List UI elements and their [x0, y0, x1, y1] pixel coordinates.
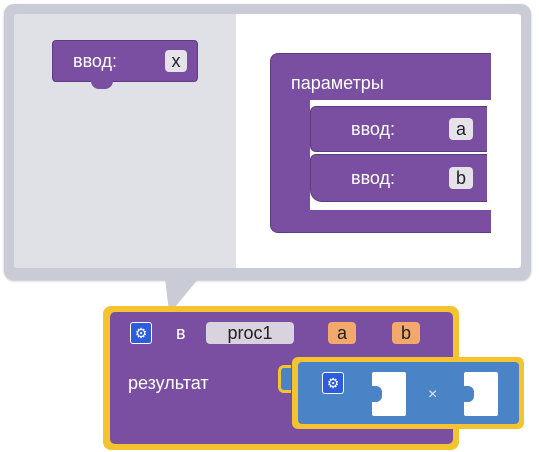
flyout-input-block[interactable]: ввод: x [52, 40, 198, 89]
param-input-field-1[interactable]: a [449, 118, 473, 140]
multiply-output-tab [278, 365, 291, 393]
procedure-param-b[interactable]: b [392, 322, 420, 344]
multiply-right-slot-nub [464, 386, 474, 402]
param-input-label-1: ввод: [351, 119, 396, 139]
param-input-label-2: ввод: [351, 168, 396, 188]
mutator-workspace[interactable]: ввод: x параметры ввод: a ввод: b [14, 14, 521, 268]
blocks-workspace[interactable]: ввод: x параметры ввод: a ввод: b ⚙ в pr… [0, 0, 539, 452]
params-container-title: параметры [291, 73, 384, 93]
mutator-bubble: ввод: x параметры ввод: a ввод: b [4, 4, 531, 280]
procedure-result-label: результат [128, 373, 209, 393]
multiply-operator: × [428, 386, 438, 403]
param-input-block-1[interactable]: ввод: a [310, 106, 487, 152]
multiply-left-slot-nub [372, 386, 382, 402]
procedure-param-a[interactable]: a [328, 322, 356, 344]
procedure-prefix: в [176, 323, 186, 343]
procedure-name-field[interactable]: proc1 [206, 322, 294, 344]
gear-icon[interactable]: ⚙ [322, 372, 344, 394]
param-input-block-2[interactable]: ввод: b [310, 154, 487, 202]
flyout-input-field[interactable]: x [165, 50, 187, 72]
gear-icon[interactable]: ⚙ [130, 322, 152, 344]
flyout-input-label: ввод: [73, 51, 118, 71]
param-input-field-2[interactable]: b [449, 167, 473, 189]
